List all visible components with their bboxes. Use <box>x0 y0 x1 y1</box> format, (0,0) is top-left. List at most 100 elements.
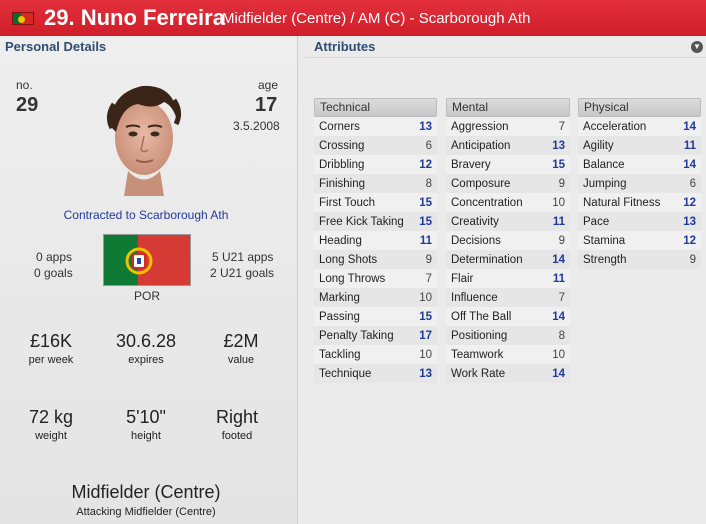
attribute-row[interactable]: Penalty Taking 17 <box>314 326 437 345</box>
attribute-name: Determination <box>451 253 523 266</box>
attribute-value: 14 <box>683 120 696 133</box>
attribute-value: 11 <box>419 234 432 247</box>
attribute-row[interactable]: Influence 7 <box>446 288 570 307</box>
attribute-name: Work Rate <box>451 367 506 380</box>
attribute-value: 9 <box>689 253 696 266</box>
attribute-name: Acceleration <box>583 120 647 133</box>
attribute-row[interactable]: Agility 11 <box>578 136 701 155</box>
attribute-row[interactable]: Composure 9 <box>446 174 570 193</box>
attribute-value: 7 <box>558 120 565 133</box>
attribute-row[interactable]: Anticipation 13 <box>446 136 570 155</box>
personal-details-panel: Personal Details no. 29 age 17 3.5.2008 … <box>0 36 298 524</box>
attribute-row[interactable]: Pace 13 <box>578 212 701 231</box>
attribute-name: Agility <box>583 139 614 152</box>
apps-count: 0 apps <box>36 250 73 264</box>
attribute-row[interactable]: Decisions 9 <box>446 231 570 250</box>
secondary-position: Attacking Midfielder (Centre) <box>76 506 216 518</box>
foot-label: footed <box>221 430 253 442</box>
attribute-name: Natural Fitness <box>583 196 661 209</box>
attribute-value: 10 <box>419 348 432 361</box>
attribute-value: 8 <box>558 329 565 342</box>
attribute-row[interactable]: First Touch 15 <box>314 193 437 212</box>
attribute-row[interactable]: Jumping 6 <box>578 174 701 193</box>
nationality-code: POR <box>134 289 161 303</box>
attribute-name: Penalty Taking <box>319 329 394 342</box>
attribute-name: Long Shots <box>319 253 378 266</box>
technical-header[interactable]: Technical <box>314 98 437 117</box>
attribute-row[interactable]: Marking 10 <box>314 288 437 307</box>
attribute-row[interactable]: Determination 14 <box>446 250 570 269</box>
expires-value: 30.6.28 <box>115 331 177 351</box>
attribute-row[interactable]: Long Throws 7 <box>314 269 437 288</box>
attribute-row[interactable]: Heading 11 <box>314 231 437 250</box>
attribute-row[interactable]: Technique 13 <box>314 364 437 383</box>
attribute-value: 12 <box>419 158 432 171</box>
attribute-row[interactable]: Natural Fitness 12 <box>578 193 701 212</box>
attribute-row[interactable]: Stamina 12 <box>578 231 701 250</box>
attribute-row[interactable]: Strength 9 <box>578 250 701 269</box>
height-label: height <box>131 430 161 442</box>
attribute-value: 11 <box>552 215 565 228</box>
attribute-value: 15 <box>419 215 432 228</box>
technical-column: Technical Corners 13 Crossing 6 Dribbling 12 F… <box>314 98 437 383</box>
attribute-row[interactable]: Tackling 10 <box>314 345 437 364</box>
attribute-row[interactable]: Bravery 15 <box>446 155 570 174</box>
attribute-name: Pace <box>583 215 610 228</box>
attribute-row[interactable]: Positioning 8 <box>446 326 570 345</box>
attribute-value: 13 <box>419 367 432 380</box>
attribute-row[interactable]: Acceleration 14 <box>578 117 701 136</box>
attribute-row[interactable]: Crossing 6 <box>314 136 437 155</box>
attribute-row[interactable]: Dribbling 12 <box>314 155 437 174</box>
player-role[interactable]: Midfielder (Centre) / AM (C) - Scarborou… <box>222 10 530 27</box>
attribute-name: Dribbling <box>319 158 365 171</box>
attribute-row[interactable]: Corners 13 <box>314 117 437 136</box>
attribute-value: 6 <box>425 139 432 152</box>
attribute-row[interactable]: Work Rate 14 <box>446 364 570 383</box>
portugal-flag-icon <box>12 12 34 25</box>
attribute-name: Concentration <box>451 196 523 209</box>
attribute-name: Passing <box>319 310 360 323</box>
weight-value: 72 kg <box>28 407 74 427</box>
attribute-row[interactable]: Aggression 7 <box>446 117 570 136</box>
contract-status[interactable]: Contracted to Scarborough Ath <box>0 208 292 222</box>
attribute-row[interactable]: Balance 14 <box>578 155 701 174</box>
attribute-name: Finishing <box>319 177 366 190</box>
attribute-row[interactable]: Concentration 10 <box>446 193 570 212</box>
attribute-value: 11 <box>683 139 696 152</box>
transfer-value: £2M <box>223 331 259 351</box>
mental-header[interactable]: Mental <box>446 98 570 117</box>
attribute-name: Strength <box>583 253 627 266</box>
attribute-name: Marking <box>319 291 360 304</box>
attribute-row[interactable]: Teamwork 10 <box>446 345 570 364</box>
personal-details-title: Personal Details <box>5 39 107 54</box>
attribute-name: Tackling <box>319 348 361 361</box>
attribute-row[interactable]: Flair 11 <box>446 269 570 288</box>
attribute-row[interactable]: Finishing 8 <box>314 174 437 193</box>
wage-label: per week <box>28 354 74 366</box>
attribute-value: 10 <box>419 291 432 304</box>
attribute-name: Creativity <box>451 215 499 228</box>
attribute-row[interactable]: Long Shots 9 <box>314 250 437 269</box>
primary-position: Midfielder (Centre) <box>71 482 221 502</box>
collapse-arrow-icon[interactable]: ▼ <box>691 41 703 53</box>
attribute-name: Decisions <box>451 234 501 247</box>
attribute-value: 17 <box>419 329 432 342</box>
attribute-value: 7 <box>558 291 565 304</box>
age-value: 17 <box>255 94 278 116</box>
attribute-row[interactable]: Off The Ball 14 <box>446 307 570 326</box>
attribute-name: Positioning <box>451 329 508 342</box>
goals-count: 0 goals <box>34 266 73 280</box>
attribute-row[interactable]: Passing 15 <box>314 307 437 326</box>
attribute-name: Jumping <box>583 177 627 190</box>
attribute-name: Flair <box>451 272 474 285</box>
attribute-row[interactable]: Free Kick Taking 15 <box>314 212 437 231</box>
physical-header[interactable]: Physical <box>578 98 701 117</box>
attribute-value: 12 <box>683 196 696 209</box>
attribute-value: 15 <box>419 310 432 323</box>
attribute-value: 14 <box>552 367 565 380</box>
wage-value: £16K <box>29 331 73 351</box>
foot-value: Right <box>215 407 259 427</box>
attribute-value: 15 <box>419 196 432 209</box>
attribute-row[interactable]: Creativity 11 <box>446 212 570 231</box>
height-stat: 5'10" height <box>106 407 186 442</box>
